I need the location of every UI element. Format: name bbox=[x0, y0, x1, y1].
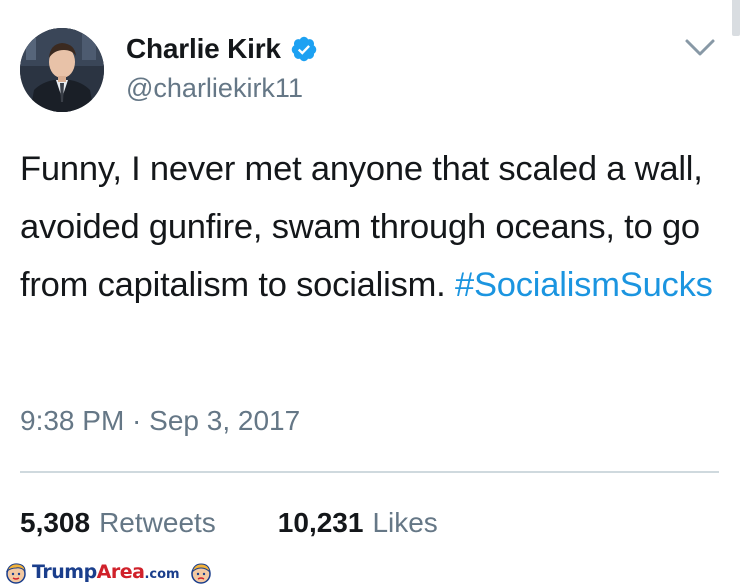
tweet-card: Charlie Kirk @charliekirk11 Funny, I nev… bbox=[0, 0, 740, 586]
watermark-domain: .com bbox=[144, 566, 180, 582]
watermark: TrumpArea.com bbox=[0, 560, 213, 586]
scrollbar[interactable] bbox=[732, 0, 740, 36]
author-name-row[interactable]: Charlie Kirk bbox=[126, 31, 318, 67]
tweet-timestamp[interactable]: 9:38 PM · Sep 3, 2017 bbox=[20, 403, 300, 439]
watermark-brand-suffix: Area bbox=[96, 560, 145, 583]
hashtag-link[interactable]: #SocialismSucks bbox=[455, 266, 713, 304]
likes-label: Likes bbox=[372, 507, 438, 538]
likes-stat[interactable]: 10,231 Likes bbox=[278, 505, 438, 541]
retweets-stat[interactable]: 5,308 Retweets bbox=[20, 505, 216, 541]
avatar[interactable] bbox=[20, 28, 104, 112]
tweet-stats: 5,308 Retweets 10,231 Likes bbox=[20, 505, 438, 541]
chevron-down-icon[interactable] bbox=[684, 37, 716, 59]
likes-count: 10,231 bbox=[277, 507, 364, 538]
avatar-photo bbox=[20, 28, 104, 112]
retweets-label: Retweets bbox=[99, 507, 216, 538]
divider bbox=[20, 471, 719, 473]
retweets-count: 5,308 bbox=[20, 507, 91, 538]
verified-badge-icon bbox=[291, 36, 317, 62]
watermark-brand: TrumpArea.com bbox=[32, 560, 180, 586]
cartoon-face-icon bbox=[5, 563, 26, 584]
cartoon-face-icon bbox=[190, 563, 211, 584]
tweet-text: Funny, I never met anyone that scaled a … bbox=[20, 140, 720, 314]
author-handle[interactable]: @charliekirk11 bbox=[126, 71, 303, 105]
author-display-name[interactable]: Charlie Kirk bbox=[126, 31, 281, 67]
watermark-brand-prefix: Trump bbox=[32, 560, 97, 583]
